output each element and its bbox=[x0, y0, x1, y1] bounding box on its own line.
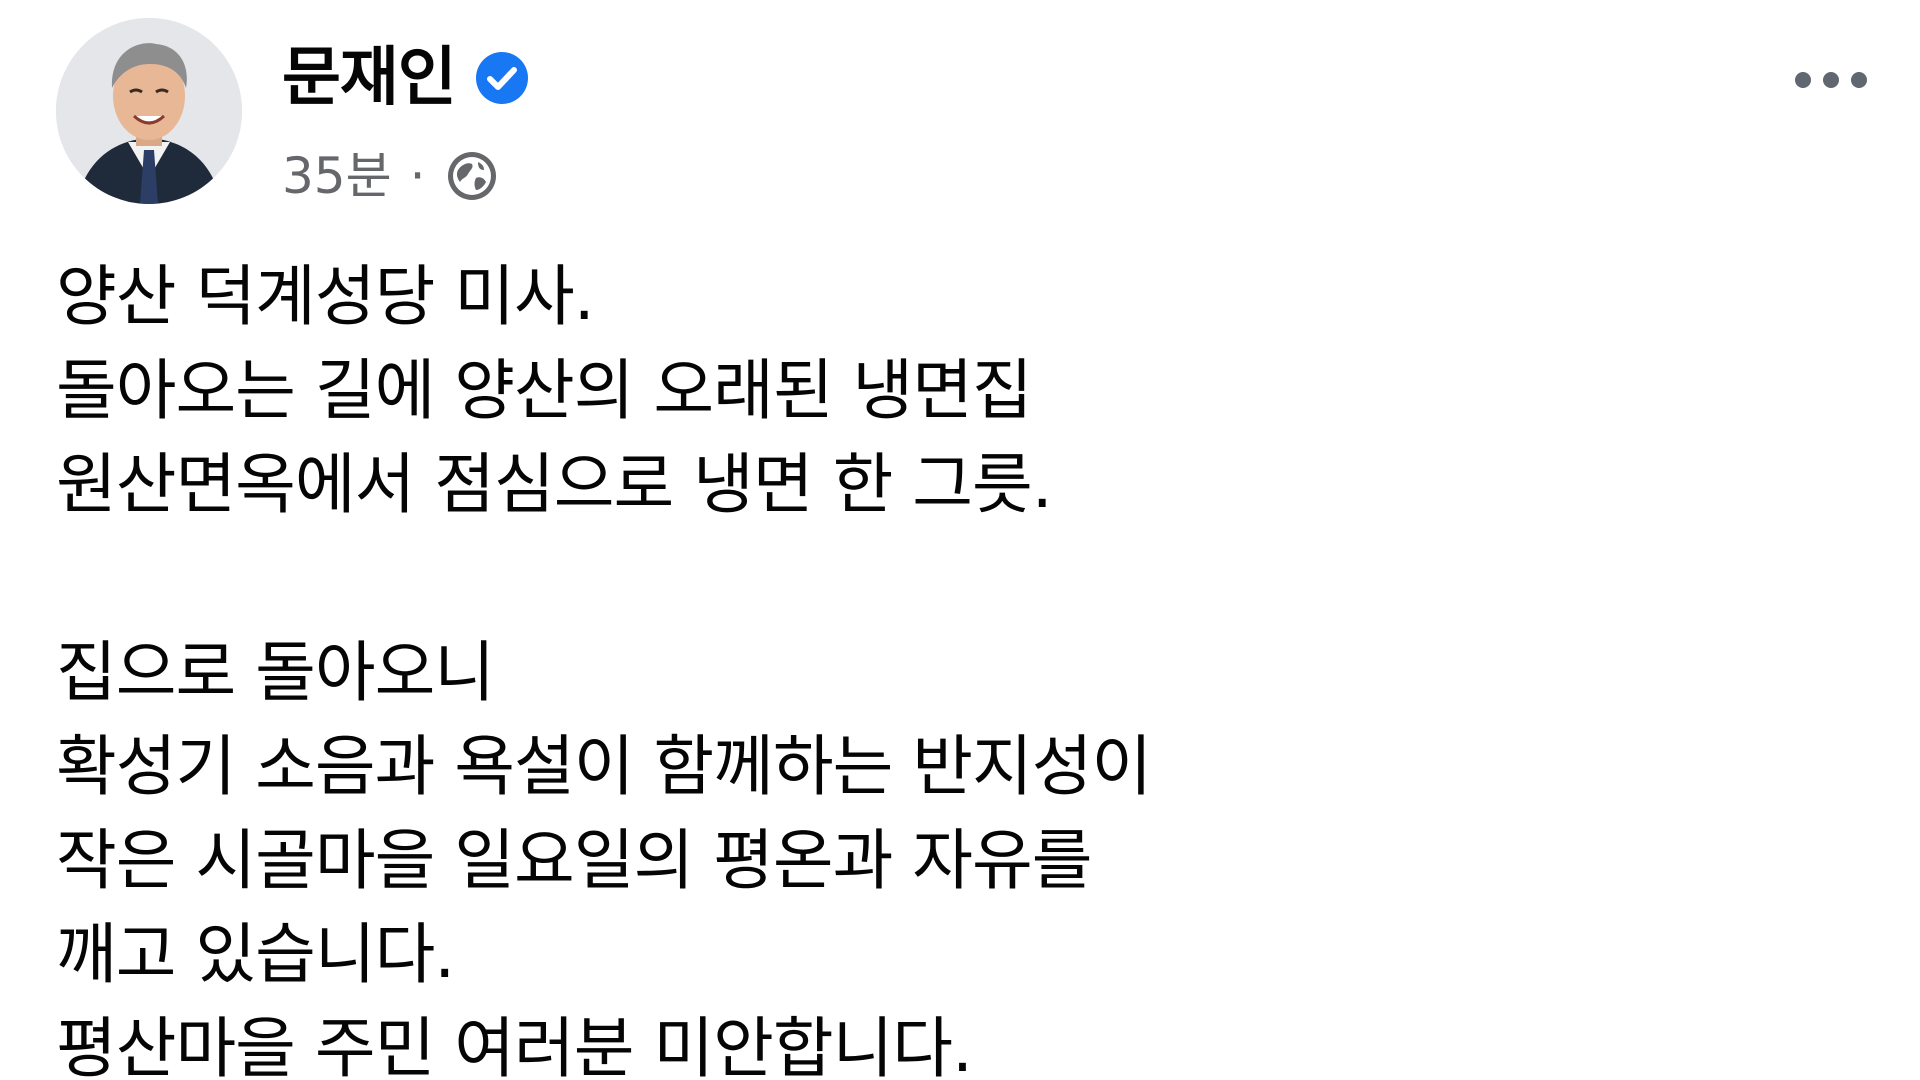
post-timestamp[interactable]: 35분 bbox=[282, 146, 392, 206]
profile-photo bbox=[56, 18, 242, 204]
globe-icon[interactable] bbox=[444, 148, 500, 204]
post-text-line: 돌아오는 길에 양산의 오래된 냉면집 bbox=[56, 352, 1033, 429]
author-row: 문재인 bbox=[282, 40, 530, 116]
author-avatar[interactable] bbox=[56, 18, 242, 204]
post-body: 양산 덕계성당 미사. 돌아오는 길에 양산의 오래된 냉면집 원산면옥에서 점… bbox=[56, 250, 1856, 1080]
post-text-line: 원산면옥에서 점심으로 냉면 한 그릇. bbox=[56, 446, 1053, 523]
post-text-line: 평산마을 주민 여러분 미안합니다. bbox=[56, 1010, 973, 1080]
author-name[interactable]: 문재인 bbox=[282, 40, 457, 116]
post-text-line: 작은 시골마을 일요일의 평온과 자유를 bbox=[56, 822, 1092, 899]
more-options-icon[interactable] bbox=[1786, 50, 1876, 110]
facebook-post: 문재인 35분 · 양산 덕계성당 미사. 돌아오는 길에 양산의 오래된 냉면… bbox=[0, 0, 1920, 1080]
post-header: 문재인 35분 · bbox=[56, 18, 1876, 208]
meta-separator: · bbox=[409, 147, 426, 205]
post-text-line: 양산 덕계성당 미사. bbox=[56, 258, 595, 335]
post-text-line: 확성기 소음과 욕설이 함께하는 반지성이 bbox=[56, 728, 1152, 805]
verified-badge-icon bbox=[474, 50, 530, 106]
post-text-line: 깨고 있습니다. bbox=[56, 916, 455, 993]
post-text-line: 집으로 돌아오니 bbox=[56, 634, 495, 711]
post-meta: 35분 · bbox=[282, 146, 500, 206]
